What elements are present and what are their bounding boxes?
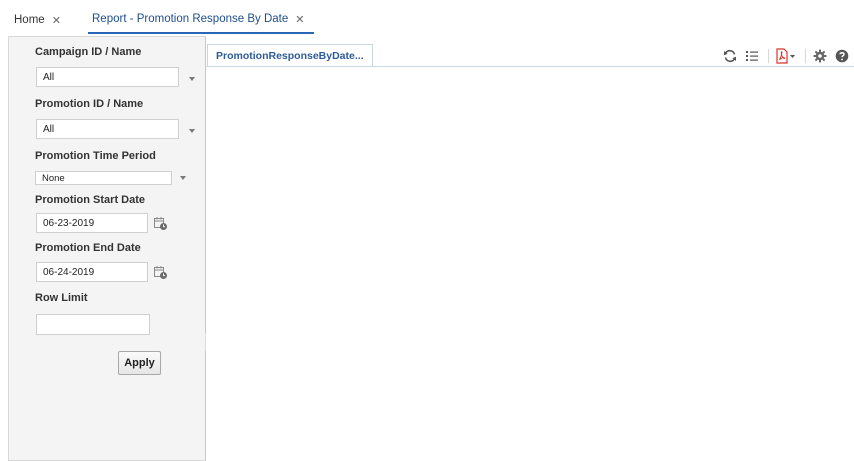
end-date-input[interactable]: 06-24-2019 [36, 262, 148, 282]
time-period-label: Promotion Time Period [35, 150, 156, 162]
apply-button[interactable]: Apply [118, 351, 161, 375]
time-period-select[interactable]: None [35, 171, 172, 185]
row-limit-input[interactable] [36, 314, 150, 335]
tab-home-label: Home [14, 14, 45, 26]
tab-report-label: Report - Promotion Response By Date [92, 13, 289, 25]
campaign-dropdown-arrow-icon[interactable] [189, 77, 195, 81]
toolbar-separator [805, 49, 806, 63]
campaign-label: Campaign ID / Name [35, 46, 142, 58]
end-date-label: Promotion End Date [35, 242, 141, 254]
end-date-calendar-icon[interactable] [154, 266, 168, 280]
report-tab[interactable]: PromotionResponseByDate... [207, 44, 373, 66]
report-toolbar [716, 48, 850, 64]
tab-report[interactable]: Report - Promotion Response By Date ✕ [88, 10, 314, 34]
tab-home-close-icon[interactable]: ✕ [52, 14, 61, 27]
promotion-label: Promotion ID / Name [35, 98, 144, 110]
tab-home[interactable]: Home ✕ [14, 10, 61, 30]
report-area: PromotionResponseByDate... [206, 36, 854, 461]
start-date-input[interactable]: 06-23-2019 [36, 213, 148, 233]
campaign-select[interactable]: All [36, 67, 179, 87]
time-period-dropdown-arrow-icon[interactable] [180, 176, 186, 180]
tab-report-close-icon[interactable]: ✕ [295, 13, 304, 26]
pdf-export-icon[interactable] [775, 48, 797, 64]
help-icon[interactable] [834, 48, 850, 64]
parameters-panel: Campaign ID / Name All Promotion ID / Na… [8, 36, 209, 461]
report-tab-divider [206, 66, 854, 67]
settings-icon[interactable] [812, 48, 828, 64]
promotion-select[interactable]: All [36, 119, 179, 139]
refresh-icon[interactable] [722, 48, 738, 64]
promotion-dropdown-arrow-icon[interactable] [189, 129, 195, 133]
list-icon[interactable] [744, 48, 760, 64]
tab-bar: Home ✕ Report - Promotion Response By Da… [0, 0, 854, 36]
start-date-calendar-icon[interactable] [154, 217, 168, 231]
row-limit-label: Row Limit [35, 292, 88, 304]
start-date-label: Promotion Start Date [35, 194, 146, 206]
toolbar-separator [768, 49, 769, 63]
